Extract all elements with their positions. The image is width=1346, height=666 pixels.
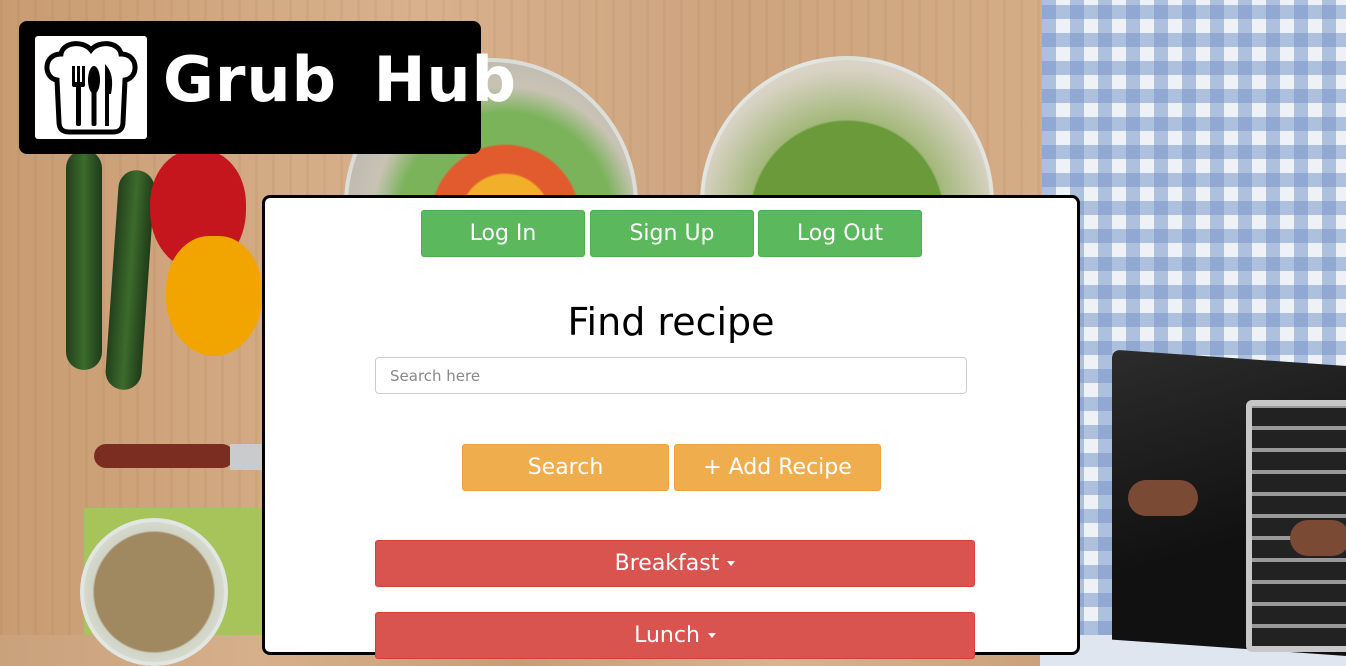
background-hand	[1128, 480, 1198, 516]
search-button[interactable]: Search	[462, 444, 669, 491]
background-knife-handle	[94, 444, 234, 468]
logout-button[interactable]: Log Out	[758, 210, 922, 257]
background-yellow-pepper	[166, 236, 262, 356]
background-zucchini	[66, 150, 102, 370]
logo-text: Grub Hub	[163, 43, 517, 116]
login-button[interactable]: Log In	[421, 210, 585, 257]
signup-button[interactable]: Sign Up	[590, 210, 754, 257]
main-panel: Log In Sign Up Log Out Find recipe Searc…	[262, 195, 1080, 659]
search-input[interactable]	[375, 357, 967, 394]
background-hand	[1290, 520, 1346, 556]
background-seed-bowl	[80, 518, 228, 666]
category-label: Breakfast	[614, 551, 720, 576]
add-recipe-button[interactable]: + Add Recipe	[674, 444, 881, 491]
caret-down-icon	[727, 561, 736, 566]
category-dropdown-breakfast[interactable]: Breakfast	[375, 540, 975, 587]
category-label: Lunch	[634, 623, 700, 648]
caret-down-icon	[707, 633, 716, 638]
page-title: Find recipe	[567, 300, 775, 344]
chef-hat-utensils-icon	[35, 36, 147, 139]
site-logo[interactable]: Grub Hub	[19, 21, 516, 154]
category-dropdown-lunch[interactable]: Lunch	[375, 612, 975, 659]
